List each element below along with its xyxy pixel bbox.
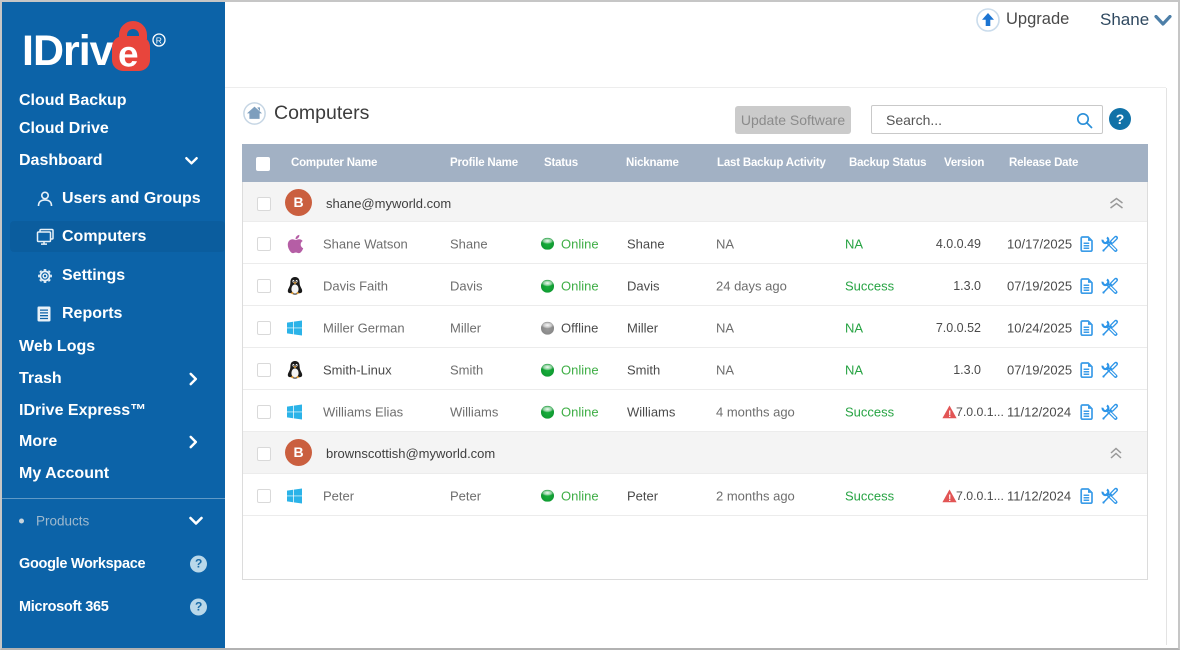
svg-text:e: e bbox=[118, 34, 139, 75]
svg-text:!: ! bbox=[948, 493, 951, 503]
svg-text:IDriv: IDriv bbox=[22, 27, 114, 75]
svg-text:R: R bbox=[156, 36, 162, 46]
svg-text:!: ! bbox=[948, 409, 951, 419]
